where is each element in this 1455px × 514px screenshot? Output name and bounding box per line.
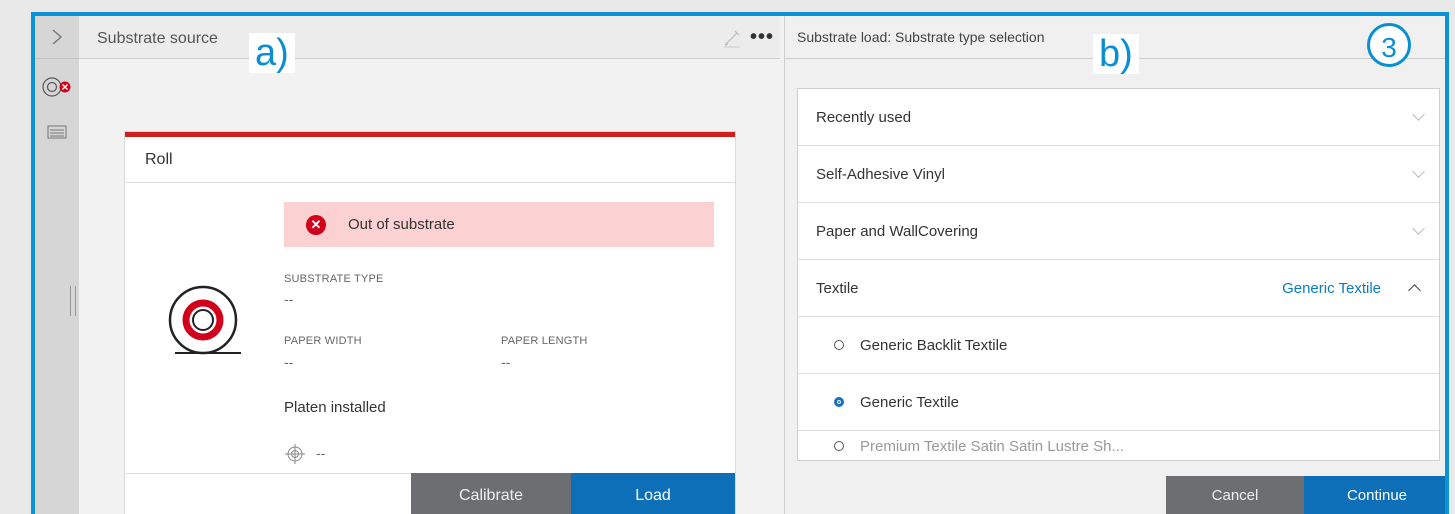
selected-substrate-name: Generic Textile	[1282, 279, 1381, 297]
paper-length-value: --	[501, 354, 511, 370]
option-generic-textile[interactable]: Generic Textile	[798, 374, 1439, 431]
option-label: Generic Backlit Textile	[860, 336, 1008, 354]
alert-text: Out of substrate	[348, 216, 455, 233]
annotation-marker-b: b)	[1093, 34, 1139, 74]
calibrate-button[interactable]: Calibrate	[411, 473, 571, 514]
category-label: Self-Adhesive Vinyl	[816, 165, 945, 183]
chevron-up-icon	[1408, 284, 1421, 297]
category-label: Recently used	[816, 108, 912, 126]
more-options-button[interactable]: •••	[750, 26, 774, 49]
card-title: Roll	[125, 137, 735, 183]
roll-icon	[168, 285, 241, 355]
option-label: Generic Textile	[860, 393, 959, 411]
resize-handle[interactable]	[70, 286, 76, 316]
edit-icon[interactable]	[722, 28, 742, 53]
annotation-marker-a: a)	[249, 33, 295, 73]
option-label: Premium Textile Satin Satin Lustre Sh...	[860, 437, 1125, 455]
error-icon: ✕	[306, 214, 326, 235]
radio-button[interactable]	[834, 340, 844, 350]
roll-status-tab[interactable]	[35, 74, 79, 100]
panel-title: Substrate load: Substrate type selection	[797, 29, 1045, 45]
category-label: Textile	[816, 279, 859, 297]
chevron-down-icon	[1412, 222, 1425, 235]
panel-title: Substrate source	[97, 30, 218, 47]
substrate-source-panel: Substrate source a) ••• Roll ✕ Out of su…	[35, 16, 780, 514]
category-recently-used[interactable]: Recently used	[798, 89, 1439, 146]
substrate-type-panel: Substrate load: Substrate type selection…	[784, 16, 1445, 514]
screen-frame: Substrate source a) ••• Roll ✕ Out of su…	[31, 12, 1449, 514]
paper-width-label: PAPER WIDTH	[284, 335, 362, 347]
roll-card: Roll ✕ Out of substrate SUBSTRATE TYPE -…	[125, 132, 735, 514]
load-button[interactable]: Load	[571, 473, 735, 514]
crosshair-icon	[285, 444, 305, 464]
category-label: Paper and WallCovering	[816, 222, 979, 240]
roll-error-icon	[42, 77, 71, 97]
substrate-type-value: --	[284, 291, 294, 307]
dialog-actions: Cancel Continue	[785, 476, 1445, 514]
side-rail	[35, 16, 79, 514]
card-actions: Calibrate Load	[125, 473, 735, 514]
option-premium-textile[interactable]: Premium Textile Satin Satin Lustre Sh...	[798, 431, 1439, 460]
panel-header: Substrate source a) •••	[79, 16, 780, 73]
expand-button[interactable]	[35, 16, 79, 59]
radio-button-selected[interactable]	[834, 397, 844, 407]
substrate-category-list: Recently used Self-Adhesive Vinyl Paper …	[797, 88, 1440, 461]
category-paper-wallcovering[interactable]: Paper and WallCovering	[798, 203, 1439, 260]
list-icon	[47, 125, 67, 139]
chevron-down-icon	[1412, 108, 1425, 121]
chevron-down-icon	[1412, 165, 1425, 178]
step-number-badge: 3	[1367, 23, 1411, 67]
paper-width-value: --	[284, 354, 294, 370]
cancel-button[interactable]: Cancel	[1166, 476, 1304, 514]
radio-button[interactable]	[834, 441, 844, 451]
continue-button[interactable]: Continue	[1304, 476, 1445, 514]
list-tab[interactable]	[35, 122, 79, 142]
out-of-substrate-alert: ✕ Out of substrate	[284, 202, 714, 247]
substrate-type-label: SUBSTRATE TYPE	[284, 273, 384, 285]
platen-status: Platen installed	[284, 399, 386, 416]
paper-length-label: PAPER LENGTH	[501, 335, 588, 347]
option-generic-backlit-textile[interactable]: Generic Backlit Textile	[798, 317, 1439, 374]
chevron-right-icon	[52, 29, 63, 45]
alignment-value: --	[316, 445, 326, 461]
category-textile[interactable]: Textile Generic Textile	[798, 260, 1439, 317]
category-self-adhesive-vinyl[interactable]: Self-Adhesive Vinyl	[798, 146, 1439, 203]
